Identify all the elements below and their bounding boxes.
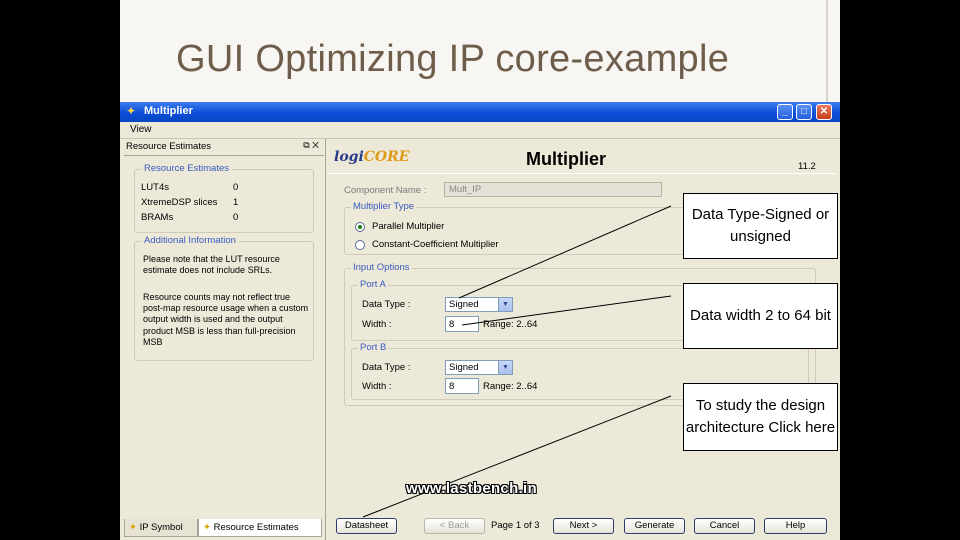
- app-icon: ✦: [126, 104, 137, 118]
- info-note: Please note that the LUT resource estima…: [143, 254, 280, 276]
- help-button[interactable]: Help: [764, 518, 827, 534]
- component-name-label: Component Name :: [344, 185, 427, 196]
- logicore-logo: logiCORE: [334, 149, 410, 165]
- slide-ornament: [826, 0, 840, 102]
- estimate-value: 0: [233, 212, 239, 223]
- core-title: Multiplier: [526, 149, 606, 169]
- additional-information-group: Additional Information Please note that …: [134, 235, 314, 361]
- pane-divider: [124, 155, 324, 156]
- next-button[interactable]: Next >: [553, 518, 614, 534]
- data-type-label: Data Type :: [362, 362, 411, 373]
- tab-label: IP Symbol: [139, 522, 183, 533]
- port-a-width-input[interactable]: 8: [445, 316, 479, 332]
- pane-header: Resource Estimates: [126, 141, 212, 152]
- estimate-value: 1: [233, 197, 239, 208]
- port-b-width-input[interactable]: 8: [445, 378, 479, 394]
- menu-view[interactable]: View: [130, 124, 152, 135]
- select-value: Signed: [449, 299, 479, 310]
- menu-bar: View: [120, 122, 840, 139]
- pane-tabs: ✦ IP Symbol ✦ Resource Estimates: [124, 519, 324, 537]
- estimate-value: 0: [233, 182, 239, 193]
- radio-label: Constant-Coefficient Multiplier: [372, 239, 499, 250]
- slide: GUI Optimizing IP core-example ✦ Multipl…: [120, 0, 840, 540]
- back-button[interactable]: < Back: [424, 518, 485, 534]
- watermark-text: www.lastbench.in: [406, 480, 537, 497]
- bulb-icon: ✦: [203, 522, 214, 533]
- group-legend: Multiplier Type: [351, 201, 417, 212]
- callout-data-width: Data width 2 to 64 bit: [683, 283, 838, 349]
- tab-ip-symbol[interactable]: ✦ IP Symbol: [124, 519, 198, 537]
- width-range: Range: 2..64: [483, 319, 538, 330]
- callout-data-type: Data Type-Signed or unsigned: [683, 193, 838, 259]
- close-button[interactable]: ✕: [816, 104, 832, 120]
- radio-label: Parallel Multiplier: [372, 221, 445, 232]
- slide-header: GUI Optimizing IP core-example: [120, 0, 840, 102]
- port-a-data-type-select[interactable]: Signed ▼: [445, 297, 513, 312]
- resource-estimates-group: Resource Estimates LUT4s 0 XtremeDSP sli…: [134, 163, 314, 233]
- bulb-icon: ✦: [129, 522, 140, 533]
- tab-label: Resource Estimates: [213, 522, 299, 533]
- cancel-button[interactable]: Cancel: [694, 518, 755, 534]
- data-type-label: Data Type :: [362, 299, 411, 310]
- slide-title: GUI Optimizing IP core-example: [176, 38, 730, 80]
- window-titlebar[interactable]: ✦ Multiplier _ □ ✕: [120, 102, 840, 122]
- estimate-label: LUT4s: [141, 182, 169, 193]
- core-version: 11.2: [798, 161, 816, 172]
- minimize-button[interactable]: _: [777, 104, 793, 120]
- component-name-field[interactable]: Mult_IP: [444, 182, 662, 197]
- group-legend: Port A: [358, 279, 388, 290]
- group-legend: Port B: [358, 342, 389, 353]
- info-note: Resource counts may not reflect true pos…: [143, 292, 309, 347]
- estimate-label: XtremeDSP slices: [141, 197, 218, 208]
- estimate-label: BRAMs: [141, 212, 174, 223]
- group-legend: Resource Estimates: [141, 163, 233, 174]
- maximize-button[interactable]: □: [796, 104, 812, 120]
- width-label: Width :: [362, 381, 392, 392]
- select-value: Signed: [449, 362, 479, 373]
- chevron-down-icon: ▼: [498, 361, 512, 374]
- radio-constant-coefficient[interactable]: [355, 240, 365, 250]
- chevron-down-icon: ▼: [498, 298, 512, 311]
- radio-parallel[interactable]: [355, 222, 365, 232]
- header-divider: [328, 173, 836, 174]
- pane-float-close-icons[interactable]: ⧉ ✕: [303, 140, 319, 151]
- tab-resource-estimates[interactable]: ✦ Resource Estimates: [198, 519, 322, 537]
- datasheet-button[interactable]: Datasheet: [336, 518, 397, 534]
- group-legend: Additional Information: [141, 235, 239, 246]
- port-b-data-type-select[interactable]: Signed ▼: [445, 360, 513, 375]
- resource-estimates-pane: Resource Estimates ⧉ ✕ Resource Estimate…: [124, 139, 326, 540]
- window-title: Multiplier: [144, 105, 193, 117]
- page-indicator: Page 1 of 3: [491, 520, 540, 531]
- width-range: Range: 2..64: [483, 381, 538, 392]
- width-label: Width :: [362, 319, 392, 330]
- generate-button[interactable]: Generate: [624, 518, 685, 534]
- group-legend: Input Options: [351, 262, 412, 273]
- callout-datasheet: To study the design architecture Click h…: [683, 383, 838, 451]
